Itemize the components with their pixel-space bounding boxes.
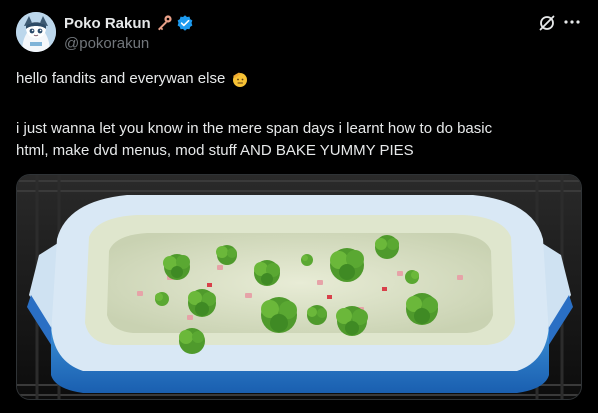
post-photo[interactable] bbox=[16, 174, 582, 400]
post-text-line3: html, make dvd menus, mod stuff AND BAKE… bbox=[16, 142, 414, 159]
display-name[interactable]: Poko Rakun bbox=[64, 15, 151, 32]
avatar-image bbox=[16, 12, 56, 52]
post-text: hello fandits and everywan else bbox=[16, 70, 226, 87]
author-name-row: Poko Rakun bbox=[64, 13, 194, 33]
avatar[interactable] bbox=[16, 12, 56, 52]
pie-photo-illustration bbox=[17, 175, 581, 399]
post-text-line2: i just wanna let you know in the mere sp… bbox=[16, 120, 493, 137]
handle[interactable]: @pokorakun bbox=[64, 35, 149, 52]
post: Poko Rakun @pokorakun hello fandits and … bbox=[0, 0, 598, 413]
key-icon bbox=[155, 14, 173, 32]
grok-icon[interactable] bbox=[538, 14, 556, 32]
more-icon[interactable] bbox=[562, 12, 582, 32]
saluting-face-emoji bbox=[231, 70, 249, 88]
post-text-line1: hello fandits and everywan else bbox=[16, 68, 582, 90]
verified-icon[interactable] bbox=[176, 14, 194, 32]
